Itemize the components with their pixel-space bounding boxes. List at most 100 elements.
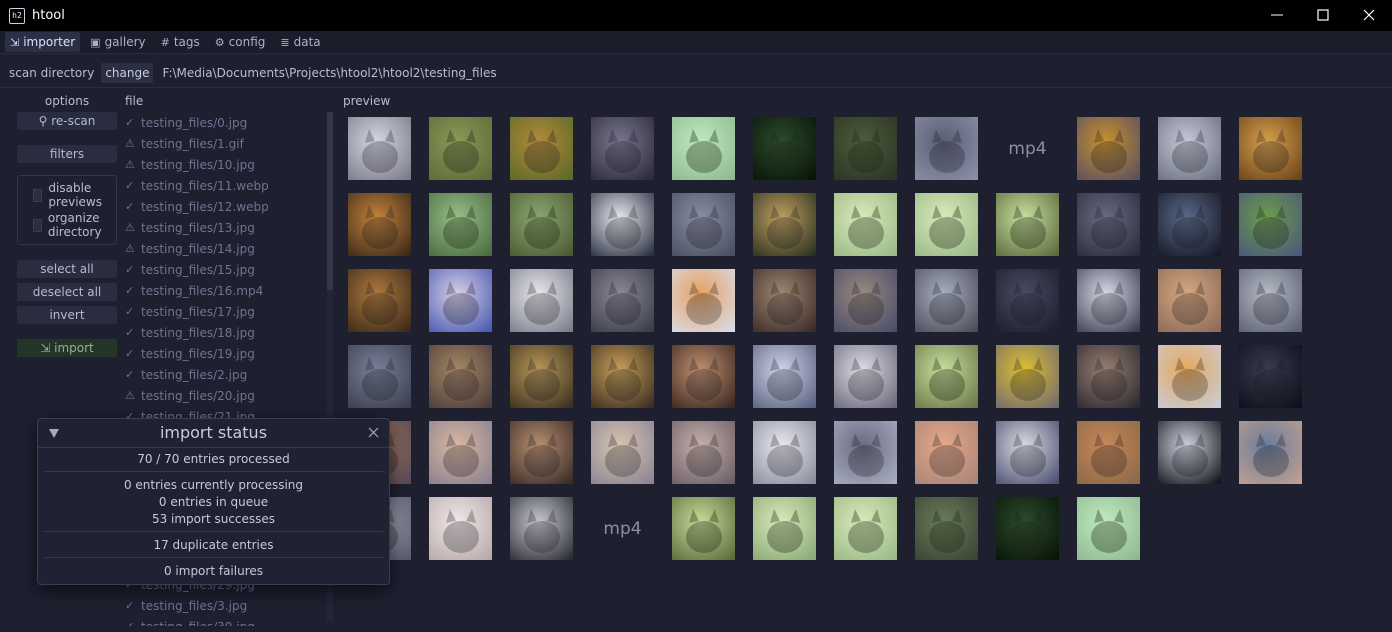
image-thumbnail[interactable] [672,193,735,256]
image-thumbnail[interactable] [834,269,897,332]
image-thumbnail[interactable] [753,421,816,484]
image-thumbnail[interactable] [915,193,978,256]
image-thumbnail[interactable] [1239,345,1302,408]
image-thumbnail[interactable] [834,497,897,560]
image-thumbnail[interactable] [915,421,978,484]
image-thumbnail[interactable] [834,117,897,180]
image-thumbnail[interactable] [996,269,1059,332]
file-row[interactable]: ✓ testing_files/2.jpg [125,364,325,385]
image-thumbnail[interactable] [348,117,411,180]
tab-tags[interactable]: # tags [156,32,205,52]
file-row[interactable]: ⚠ testing_files/13.jpg [125,217,325,238]
image-thumbnail[interactable] [672,497,735,560]
image-thumbnail[interactable] [591,421,654,484]
file-row[interactable]: ✓ testing_files/17.jpg [125,301,325,322]
file-list-scrollbar-thumb[interactable] [327,112,333,290]
image-thumbnail[interactable] [1239,421,1302,484]
tab-gallery[interactable]: ▣ gallery [85,32,150,52]
image-thumbnail[interactable] [996,345,1059,408]
image-thumbnail[interactable] [1239,269,1302,332]
image-thumbnail[interactable] [591,269,654,332]
image-thumbnail[interactable] [834,345,897,408]
image-thumbnail[interactable] [672,421,735,484]
organize-directory-option[interactable]: organize directory [18,210,116,240]
image-thumbnail[interactable] [1239,193,1302,256]
rescan-button[interactable]: ⚲ re-scan [17,112,117,130]
import-button[interactable]: ⇲ import [17,339,117,357]
file-row[interactable]: ✓ testing_files/18.jpg [125,322,325,343]
image-thumbnail[interactable] [672,345,735,408]
change-directory-button[interactable]: change [101,63,154,83]
close-window-button[interactable] [1346,0,1392,31]
file-row[interactable]: ⚠ testing_files/20.jpg [125,385,325,406]
image-thumbnail[interactable] [348,345,411,408]
image-thumbnail[interactable] [753,117,816,180]
image-thumbnail[interactable] [834,421,897,484]
image-thumbnail[interactable] [1077,421,1140,484]
tab-config[interactable]: ⚙ config [210,32,271,52]
image-thumbnail[interactable] [348,269,411,332]
image-thumbnail[interactable] [672,117,735,180]
image-thumbnail[interactable] [1077,269,1140,332]
image-thumbnail[interactable] [1158,117,1221,180]
image-thumbnail[interactable] [1077,345,1140,408]
minimize-button[interactable] [1254,0,1300,31]
import-status-header[interactable]: import status [38,419,389,448]
close-icon[interactable] [368,427,379,438]
organize-directory-checkbox[interactable] [33,218,42,232]
invert-button[interactable]: invert [17,306,117,324]
image-thumbnail[interactable] [510,345,573,408]
image-thumbnail[interactable] [1158,345,1221,408]
image-thumbnail[interactable] [915,117,978,180]
tab-importer[interactable]: ⇲ importer [5,32,81,52]
image-thumbnail[interactable] [1239,117,1302,180]
file-row[interactable]: ✓testing_files/30.jpg [125,616,325,627]
image-thumbnail[interactable] [1077,497,1140,560]
image-thumbnail[interactable] [429,497,492,560]
image-thumbnail[interactable] [996,421,1059,484]
image-thumbnail[interactable] [753,269,816,332]
image-thumbnail[interactable] [348,193,411,256]
file-row[interactable]: ✓ testing_files/19.jpg [125,343,325,364]
image-thumbnail[interactable] [915,345,978,408]
image-thumbnail[interactable] [510,497,573,560]
image-thumbnail[interactable] [1158,269,1221,332]
file-row[interactable]: ⚠ testing_files/14.jpg [125,238,325,259]
maximize-button[interactable] [1300,0,1346,31]
file-row[interactable]: ✓ testing_files/15.jpg [125,259,325,280]
filters-button[interactable]: filters [17,145,117,163]
file-row[interactable]: ✓ testing_files/0.jpg [125,112,325,133]
disable-previews-option[interactable]: disable previews [18,180,116,210]
image-thumbnail[interactable] [510,269,573,332]
image-thumbnail[interactable] [1077,193,1140,256]
disable-previews-checkbox[interactable] [33,188,43,202]
image-thumbnail[interactable] [1158,193,1221,256]
image-thumbnail[interactable] [753,497,816,560]
image-thumbnail[interactable] [915,497,978,560]
image-thumbnail[interactable] [510,193,573,256]
tab-data[interactable]: ≣ data [275,32,325,52]
image-thumbnail[interactable] [429,345,492,408]
image-thumbnail[interactable] [1077,117,1140,180]
select-all-button[interactable]: select all [17,260,117,278]
image-thumbnail[interactable] [996,193,1059,256]
image-thumbnail[interactable] [510,117,573,180]
file-row[interactable]: ✓ testing_files/3.jpg [125,595,325,616]
image-thumbnail[interactable] [996,497,1059,560]
image-thumbnail[interactable] [915,269,978,332]
image-thumbnail[interactable] [591,193,654,256]
deselect-all-button[interactable]: deselect all [17,283,117,301]
image-thumbnail[interactable] [1158,421,1221,484]
image-thumbnail[interactable] [591,117,654,180]
image-thumbnail[interactable] [429,269,492,332]
image-thumbnail[interactable] [834,193,897,256]
file-row[interactable]: ⚠ testing_files/10.jpg [125,154,325,175]
image-thumbnail[interactable] [753,345,816,408]
image-thumbnail[interactable] [591,345,654,408]
file-row[interactable]: ✓ testing_files/11.webp [125,175,325,196]
video-thumbnail[interactable]: mp4 [996,117,1059,180]
image-thumbnail[interactable] [429,421,492,484]
video-thumbnail[interactable]: mp4 [591,497,654,560]
file-row[interactable]: ⚠ testing_files/1.gif [125,133,325,154]
image-thumbnail[interactable] [510,421,573,484]
